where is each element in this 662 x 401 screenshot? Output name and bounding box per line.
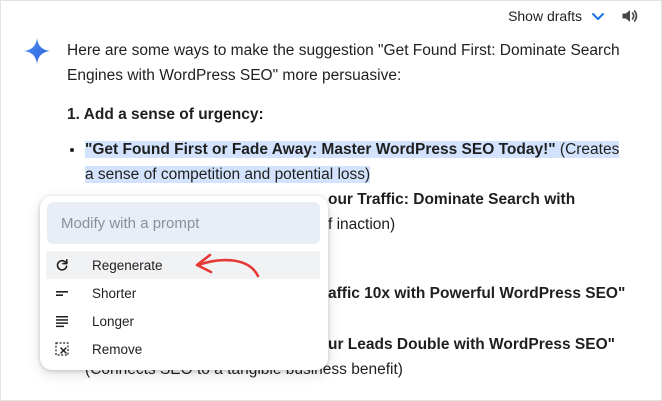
annotation-arrow-icon [195,253,260,278]
section-heading: 1. Add a sense of urgency: [67,106,264,123]
suggestion-headline: "Get Found First or Fade Away: Master Wo… [85,141,556,158]
refresh-icon [55,258,69,272]
gemini-sparkle-icon [24,38,50,64]
show-drafts-label: Show drafts [508,8,582,24]
remove-menu-item[interactable]: Remove [46,335,320,363]
suggestion-headline: our Traffic: Dominate Search with [328,191,576,208]
regenerate-label: Regenerate [92,257,163,273]
short-lines-icon [55,286,69,300]
speaker-icon[interactable] [620,6,640,26]
remove-selection-icon [55,342,69,356]
longer-menu-item[interactable]: Longer [46,307,320,335]
modify-menu: Regenerate Shorter Longer Remove [46,251,320,363]
intro-paragraph: Here are some ways to make the suggestio… [67,42,620,84]
modify-response-popup: Regenerate Shorter Longer [40,196,328,370]
longer-label: Longer [92,313,135,329]
show-drafts-button[interactable]: Show drafts [508,8,606,24]
chevron-down-icon [592,13,604,20]
suggestion-note: f inaction) [328,216,396,233]
list-item: "Get Found First or Fade Away: Master Wo… [85,137,627,187]
suggestion-headline: affic 10x with Powerful WordPress SEO" [328,285,626,302]
long-lines-icon [55,314,69,328]
modify-prompt-input[interactable] [47,202,320,244]
remove-label: Remove [92,341,143,357]
highlighted-selection[interactable]: "Get Found First or Fade Away: Master Wo… [85,141,620,183]
regenerate-menu-item[interactable]: Regenerate [46,251,320,279]
shorter-label: Shorter [92,285,137,301]
suggestion-headline: ur Leads Double with WordPress SEO" [328,336,615,353]
shorter-menu-item[interactable]: Shorter [46,279,320,307]
top-toolbar: Show drafts [508,6,640,26]
